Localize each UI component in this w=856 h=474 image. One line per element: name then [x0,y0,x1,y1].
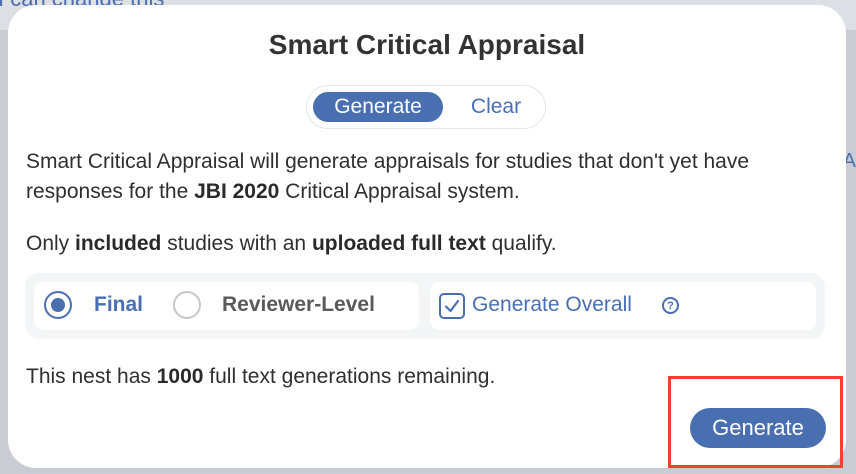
checkmark-icon [444,299,460,313]
level-radio-group: Final Reviewer-Level [34,282,419,330]
appraisal-system-name: JBI 2020 [194,180,280,203]
generate-overall-label[interactable]: Generate Overall [472,293,632,317]
options-panel: Final Reviewer-Level Generate Overall ? [25,273,825,339]
remaining-count: 1000 [156,365,204,388]
generate-button[interactable]: Generate [690,408,826,448]
remaining-text: This nest has 1000 full text generations… [26,365,496,388]
description-text: Smart Critical Appraisal will generate a… [26,150,750,203]
toggle-generate-button[interactable]: Generate [313,92,443,122]
final-radio[interactable] [44,291,72,319]
help-icon[interactable]: ? [662,297,679,314]
generate-overall-option: Generate Overall ? [430,282,816,330]
modal-title: Smart Critical Appraisal [268,29,586,60]
reviewer-level-radio[interactable] [173,291,201,319]
generate-overall-checkbox[interactable] [439,293,465,319]
qualify-text: Only included studies with an uploaded f… [26,232,557,255]
reviewer-level-label[interactable]: Reviewer-Level [222,293,375,317]
final-label[interactable]: Final [94,293,143,317]
toggle-clear-button[interactable]: Clear [453,92,539,122]
mode-toggle: Generate Clear [306,85,546,129]
